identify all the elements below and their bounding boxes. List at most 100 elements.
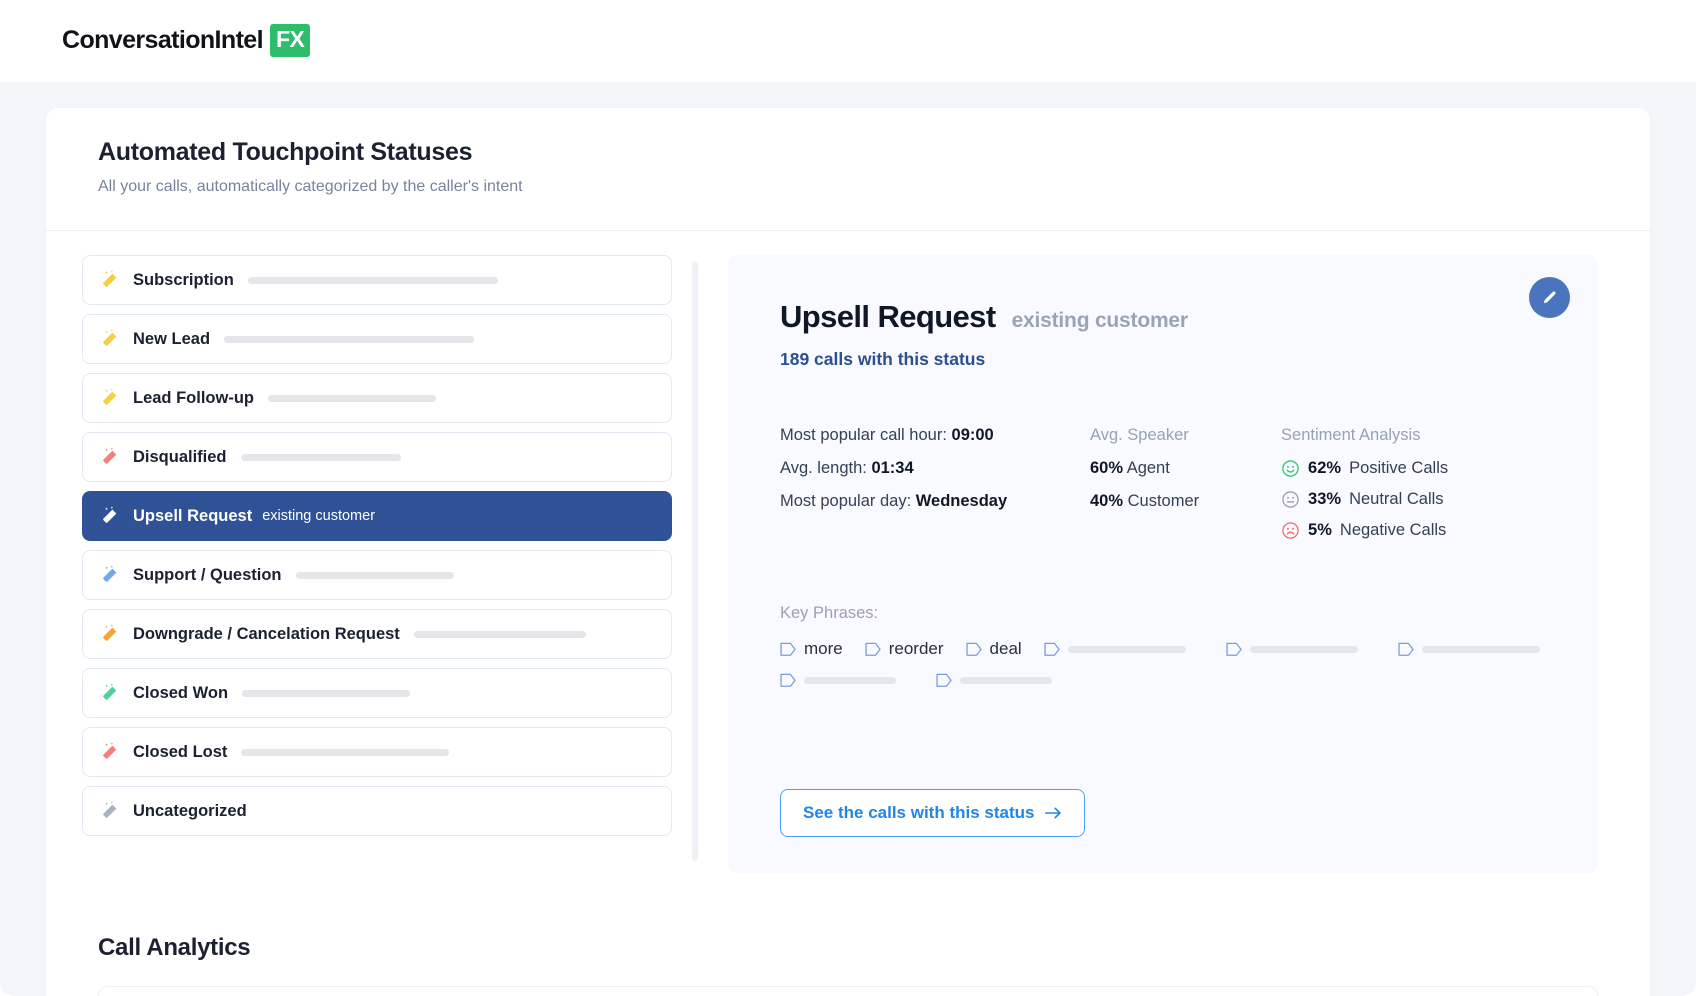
speaker-agent: 60% Agent — [1090, 459, 1281, 478]
status-row-label: Closed Lost — [133, 743, 227, 762]
status-row-placeholder-bar — [268, 395, 436, 402]
key-phrase-item[interactable]: more — [780, 639, 843, 659]
app-logo[interactable]: ConversationIntel FX — [62, 24, 310, 57]
key-phrase-label: deal — [990, 639, 1022, 659]
status-row-placeholder-bar — [414, 631, 586, 638]
touchpoint-statuses-card: Automated Touchpoint Statuses All your c… — [46, 108, 1650, 996]
status-row-closed-won[interactable]: Closed Won — [82, 668, 672, 718]
magic-wand-icon — [99, 800, 121, 822]
detail-stats-grid: Most popular call hour: 09:00 Avg. lengt… — [780, 426, 1554, 552]
status-list-scrollbar[interactable] — [692, 261, 698, 861]
smiley-neutral-icon — [1281, 490, 1300, 509]
status-row-lead-follow-up[interactable]: Lead Follow-up — [82, 373, 672, 423]
stat-popular-day-label: Most popular day: — [780, 492, 911, 510]
detail-title: Upsell Request — [780, 299, 996, 335]
stat-popular-hour: Most popular call hour: 09:00 — [780, 426, 1090, 445]
tag-icon — [865, 642, 882, 657]
stat-avg-length-value: 01:34 — [871, 459, 913, 477]
key-phrases-row — [780, 673, 1554, 688]
key-phrase-placeholder-bar — [960, 677, 1052, 684]
detail-subtitle: existing customer — [1012, 309, 1188, 333]
stat-popular-hour-value: 09:00 — [952, 426, 994, 444]
sentiment-heading: Sentiment Analysis — [1281, 426, 1554, 445]
speaker-customer: 40% Customer — [1090, 492, 1281, 511]
status-row-downgrade-cancelation-request[interactable]: Downgrade / Cancelation Request — [82, 609, 672, 659]
app-window: ConversationIntel FX Automated Touchpoin… — [0, 0, 1696, 996]
sentiment-label: Negative Calls — [1340, 521, 1446, 540]
speaker-heading: Avg. Speaker — [1090, 426, 1281, 445]
status-list: Subscription New Lead Lead Follow-up Disqua… — [82, 255, 672, 836]
key-phrase-item[interactable] — [936, 673, 1052, 688]
status-detail-panel: Upsell Request existing customer 189 cal… — [728, 255, 1598, 873]
tag-icon — [780, 673, 797, 688]
status-row-placeholder-bar — [224, 336, 474, 343]
tag-icon — [1044, 642, 1061, 657]
key-phrase-placeholder-bar — [804, 677, 896, 684]
speaker-agent-pct: 60% — [1090, 459, 1123, 477]
magic-wand-icon — [99, 623, 121, 645]
stats-column-sentiment: Sentiment Analysis 62%Positive Calls 33% N… — [1281, 426, 1554, 552]
status-row-support-question[interactable]: Support / Question — [82, 550, 672, 600]
key-phrase-item[interactable] — [1398, 642, 1540, 657]
magic-wand-icon — [99, 269, 121, 291]
key-phrase-label: more — [804, 639, 843, 659]
status-list-column: Subscription New Lead Lead Follow-up Disqua… — [46, 255, 706, 873]
smiley-happy-icon — [1281, 459, 1300, 478]
speaker-agent-label: Agent — [1127, 459, 1170, 477]
magic-wand-icon — [99, 328, 121, 350]
top-bar: ConversationIntel FX — [0, 0, 1696, 82]
status-row-label: Upsell Request — [133, 507, 252, 526]
status-row-placeholder-bar — [296, 572, 454, 579]
page-title: Automated Touchpoint Statuses — [98, 138, 1650, 167]
stat-avg-length: Avg. length: 01:34 — [780, 459, 1090, 478]
status-row-placeholder-bar — [241, 749, 449, 756]
key-phrase-item[interactable]: deal — [966, 639, 1022, 659]
stat-popular-day-value: Wednesday — [916, 492, 1007, 510]
page-subtitle: All your calls, automatically categorize… — [98, 178, 1650, 196]
status-row-subscription[interactable]: Subscription — [82, 255, 672, 305]
sentiment-item: 62%Positive Calls — [1281, 459, 1554, 478]
sentiment-label: Neutral Calls — [1349, 490, 1443, 509]
status-row-closed-lost[interactable]: Closed Lost — [82, 727, 672, 777]
key-phrases-heading: Key Phrases: — [780, 604, 1554, 623]
key-phrase-item[interactable] — [780, 673, 896, 688]
sentiment-label: Positive Calls — [1349, 459, 1448, 478]
status-row-placeholder-bar — [241, 454, 401, 461]
detail-cta-wrap: See the calls with this status — [780, 789, 1085, 837]
tag-icon — [936, 673, 953, 688]
speaker-customer-pct: 40% — [1090, 492, 1123, 510]
sentiment-percent: 33% — [1308, 490, 1341, 509]
magic-wand-icon — [99, 446, 121, 468]
status-row-new-lead[interactable]: New Lead — [82, 314, 672, 364]
key-phrase-item[interactable] — [1044, 642, 1186, 657]
status-row-note: existing customer — [262, 508, 375, 524]
key-phrase-placeholder-bar — [1422, 646, 1540, 653]
magic-wand-icon — [99, 387, 121, 409]
status-row-label: Disqualified — [133, 448, 227, 467]
status-row-label: Closed Won — [133, 684, 228, 703]
status-row-label: Uncategorized — [133, 802, 247, 821]
status-row-upsell-request[interactable]: Upsell Request existing customer — [82, 491, 672, 541]
key-phrase-item[interactable] — [1226, 642, 1358, 657]
see-calls-button[interactable]: See the calls with this status — [780, 789, 1085, 837]
sentiment-list: 62%Positive Calls33%Neutral Calls5%Negat… — [1281, 459, 1554, 540]
status-row-placeholder-bar — [242, 690, 410, 697]
key-phrase-label: reorder — [889, 639, 944, 659]
detail-calls-count[interactable]: 189 calls with this status — [780, 349, 1554, 370]
tag-icon — [966, 642, 983, 657]
pencil-icon — [1541, 289, 1558, 306]
card-header: Automated Touchpoint Statuses All your c… — [46, 108, 1650, 214]
detail-title-row: Upsell Request existing customer — [780, 299, 1554, 335]
key-phrase-item[interactable]: reorder — [865, 639, 944, 659]
magic-wand-icon — [99, 564, 121, 586]
status-row-label: Downgrade / Cancelation Request — [133, 625, 400, 644]
magic-wand-icon — [99, 682, 121, 704]
key-phrase-placeholder-bar — [1068, 646, 1186, 653]
status-row-disqualified[interactable]: Disqualified — [82, 432, 672, 482]
scrollbar-thumb[interactable] — [692, 261, 698, 646]
status-row-placeholder-bar — [248, 277, 498, 284]
tag-icon — [1398, 642, 1415, 657]
edit-status-button[interactable] — [1529, 277, 1570, 318]
stat-popular-hour-label: Most popular call hour: — [780, 426, 947, 444]
status-row-uncategorized[interactable]: Uncategorized — [82, 786, 672, 836]
